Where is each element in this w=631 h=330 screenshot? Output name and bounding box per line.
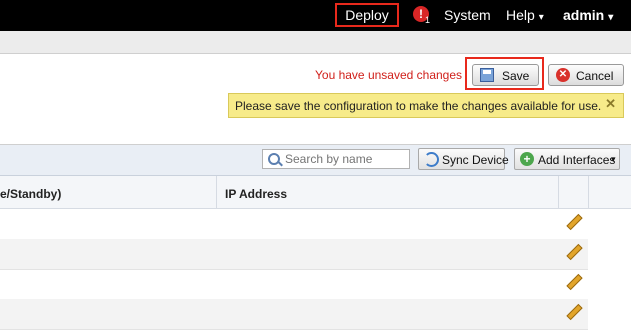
close-icon[interactable]: ✕ xyxy=(605,96,616,112)
deploy-button[interactable]: Deploy xyxy=(335,3,399,27)
column-divider xyxy=(216,176,217,208)
help-chevron-down-icon: ▾ xyxy=(538,12,544,23)
search-icon xyxy=(268,153,280,165)
sync-icon xyxy=(424,152,439,167)
add-interfaces-button[interactable]: + Add Interfaces ▾ xyxy=(514,148,620,170)
add-icon: + xyxy=(520,152,534,166)
help-menu-label: Help xyxy=(506,7,535,23)
save-icon xyxy=(480,68,494,82)
notice-message: Please save the configuration to make th… xyxy=(235,99,602,113)
alert-count-badge: 1 xyxy=(425,15,431,25)
table-row[interactable] xyxy=(0,239,588,270)
save-button-label: Save xyxy=(502,69,530,83)
search-input[interactable] xyxy=(285,151,403,167)
cancel-button-label: Cancel xyxy=(576,69,614,83)
column-divider xyxy=(588,176,589,208)
save-button[interactable]: Save xyxy=(472,64,539,86)
add-interfaces-chevron-down-icon: ▾ xyxy=(611,154,616,164)
save-notice-banner: Please save the configuration to make th… xyxy=(228,93,624,118)
cancel-icon: ✕ xyxy=(556,68,570,82)
sync-device-button[interactable]: Sync Device xyxy=(418,148,509,170)
table-row[interactable] xyxy=(0,269,588,300)
add-interfaces-label: Add Interfaces xyxy=(538,153,616,167)
user-chevron-down-icon: ▾ xyxy=(608,12,614,23)
table-header: e/Standby) IP Address xyxy=(0,176,631,209)
table-row[interactable] xyxy=(0,299,588,330)
column-header-mode: e/Standby) xyxy=(0,187,62,201)
search-box[interactable] xyxy=(262,149,410,169)
cancel-button[interactable]: ✕ Cancel xyxy=(548,64,624,86)
user-menu-label: admin xyxy=(563,7,605,23)
column-header-ip-address: IP Address xyxy=(225,187,288,201)
help-menu[interactable]: Help ▾ xyxy=(506,7,544,23)
user-menu[interactable]: admin ▾ xyxy=(563,7,613,23)
unsaved-changes-text: You have unsaved changes xyxy=(315,68,463,82)
system-menu[interactable]: System xyxy=(444,7,491,23)
column-divider xyxy=(558,176,559,208)
table-row[interactable] xyxy=(0,209,588,240)
sync-device-label: Sync Device xyxy=(442,153,509,167)
secondary-nav-bar xyxy=(0,31,631,54)
